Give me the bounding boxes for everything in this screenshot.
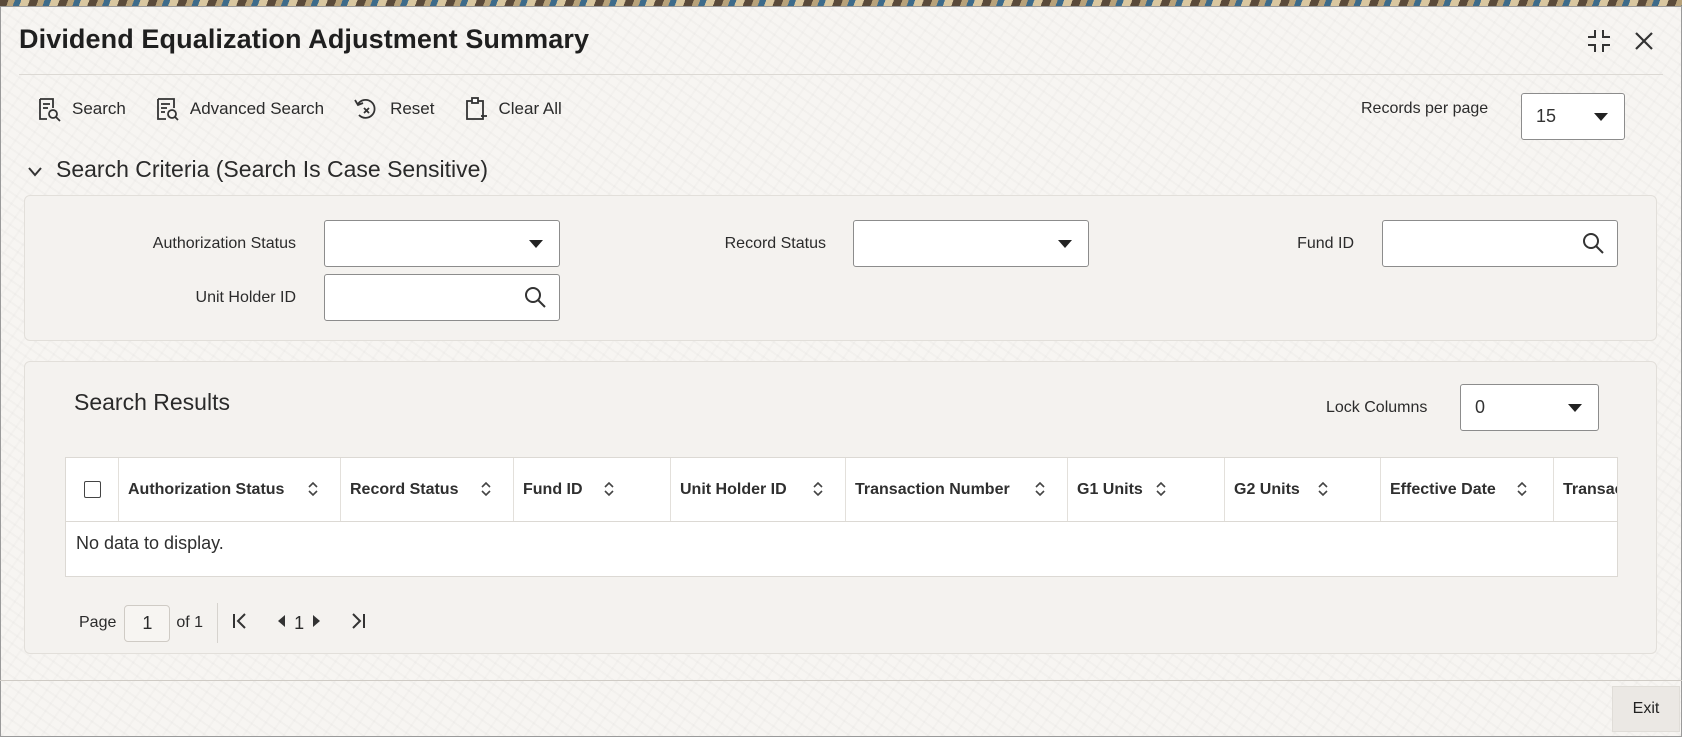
chevron-down-icon [529,239,543,248]
column-header-record-status[interactable]: Record Status [341,458,514,521]
search-criteria-toggle[interactable]: Search Criteria (Search Is Case Sensitiv… [28,156,488,183]
unit-holder-id-input[interactable] [324,274,560,321]
clipboard-icon [463,96,489,122]
reset-label: Reset [390,99,435,118]
authorization-status-select[interactable] [324,220,560,267]
fund-id-input[interactable] [1382,220,1618,267]
sort-icon[interactable] [481,481,491,502]
sort-icon[interactable] [308,481,318,502]
last-page-icon[interactable] [350,612,366,635]
chevron-down-icon [1568,403,1582,412]
chevron-down-icon [1594,112,1608,121]
search-button-label: Search [72,99,126,118]
lock-columns-select[interactable]: 0 [1460,384,1599,431]
column-header-label: Transaction Number [855,480,1010,498]
clear-all-label: Clear All [498,99,562,118]
column-header-authorization-status[interactable]: Authorization Status [119,458,341,521]
window-controls [1586,28,1654,54]
records-per-page-select[interactable]: 15 [1521,93,1625,140]
record-status-select[interactable] [853,220,1089,267]
column-header-label: Record Status [350,480,459,498]
sort-icon[interactable] [604,481,614,502]
sort-icon[interactable] [813,481,823,502]
lock-columns-label: Lock Columns [1326,399,1428,416]
select-all-checkbox[interactable] [83,481,101,498]
toolbar: Search Advanced Search Reset Clear All [36,96,590,122]
column-header-label: Authorization Status [128,480,285,498]
sort-icon[interactable] [1035,481,1045,502]
column-header-label: Effective Date [1390,480,1496,498]
minimize-icon[interactable] [1586,28,1612,54]
column-header-unit-holder-id[interactable]: Unit Holder ID [671,458,846,521]
next-page-icon[interactable] [312,614,322,633]
column-header-label: G2 Units [1234,480,1300,498]
unit-holder-id-label: Unit Holder ID [195,289,296,306]
advanced-search-icon [154,96,180,122]
search-criteria-panel [24,195,1657,341]
column-header-label: G1 Units [1077,480,1143,498]
column-header-fund-id[interactable]: Fund ID [514,458,671,521]
current-page-number: 1 [294,612,305,633]
column-header-label: Unit Holder ID [680,480,787,498]
header-divider [19,74,1663,75]
sort-icon[interactable] [1318,481,1328,502]
column-header-label: Fund ID [523,480,583,498]
records-per-page-label: Records per page [1361,100,1489,117]
page-title: Dividend Equalization Adjustment Summary [19,24,590,54]
select-all-cell [66,458,119,521]
advanced-search-label: Advanced Search [189,99,325,118]
search-button[interactable]: Search [36,96,126,122]
first-page-icon[interactable] [232,612,248,635]
sort-icon[interactable] [1517,481,1527,502]
empty-message: No data to display. [76,533,224,553]
search-doc-icon [36,96,62,122]
page-label: Page [79,614,117,631]
results-table: Authorization Status Record Status Fund … [65,457,1618,577]
column-header-effective-date[interactable]: Effective Date [1381,458,1554,521]
previous-page-icon[interactable] [276,614,286,633]
column-header-g2-units[interactable]: G2 Units [1225,458,1381,521]
record-status-label: Record Status [724,235,826,252]
pagination: Page 1 of 1 1 [79,603,366,643]
column-header-label: Transac [1563,480,1618,498]
footer-divider [0,680,1682,681]
pager-divider [217,603,219,643]
close-icon[interactable] [1634,31,1654,51]
reset-button[interactable]: Reset [352,96,435,122]
page-of-label: of 1 [176,614,204,631]
fund-id-label: Fund ID [1297,235,1354,252]
clear-all-button[interactable]: Clear All [463,96,562,122]
search-icon[interactable] [1581,231,1605,260]
search-criteria-heading: Search Criteria (Search Is Case Sensitiv… [56,156,489,182]
table-header-row: Authorization Status Record Status Fund … [66,458,1618,522]
authorization-status-label: Authorization Status [152,235,296,252]
column-header-g1-units[interactable]: G1 Units [1068,458,1225,521]
lock-columns-value: 0 [1475,397,1486,417]
column-header-transaction[interactable]: Transac [1554,458,1618,521]
search-results-title: Search Results [74,389,230,415]
page-number-input[interactable]: 1 [124,604,171,642]
records-per-page-value: 15 [1536,106,1557,126]
pager-nav: 1 [232,612,366,635]
search-icon[interactable] [523,285,547,314]
chevron-down-icon [28,156,42,183]
chevron-down-icon [1058,239,1072,248]
sort-icon[interactable] [1156,481,1166,502]
page-number-value: 1 [142,612,153,633]
column-header-transaction-number[interactable]: Transaction Number [846,458,1068,521]
exit-button[interactable]: Exit [1612,686,1680,732]
reset-icon [352,96,380,122]
advanced-search-button[interactable]: Advanced Search [154,96,324,122]
